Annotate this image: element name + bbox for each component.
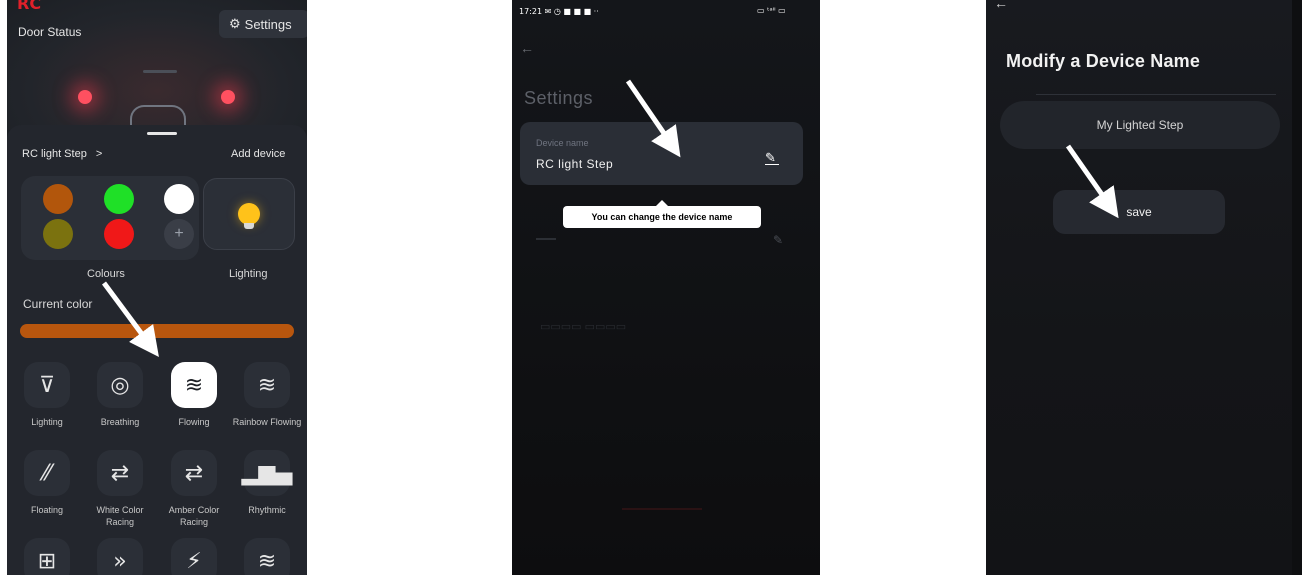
add-color-button[interactable]: + — [164, 219, 194, 249]
color-swatch[interactable] — [164, 184, 194, 214]
chevrons-icon: » — [97, 538, 143, 575]
diagram-icon: ⊞ — [24, 538, 70, 575]
breathing-icon: ◎ — [97, 362, 143, 408]
mode-white-color-racing[interactable]: ⇄ White Color Racing — [85, 450, 155, 528]
row-label-placeholder — [536, 238, 556, 240]
light-bulb-icon — [238, 203, 260, 229]
current-color-label: Current color — [23, 297, 93, 311]
car-roof-graphic — [143, 70, 177, 73]
car-graphic — [130, 105, 186, 125]
mode-label: Amber Color Racing — [168, 505, 220, 527]
mode-item-10[interactable]: ⚡ — [159, 538, 229, 575]
mode-amber-color-racing[interactable]: ⇄ Amber Color Racing — [159, 450, 229, 528]
save-button[interactable]: save — [1053, 190, 1225, 234]
back-arrow-icon[interactable]: ← — [994, 0, 1008, 11]
edit-pencil-icon[interactable]: ✎ — [765, 150, 779, 165]
color-swatch[interactable] — [43, 219, 73, 249]
flash-icon: ⚡ — [171, 538, 217, 575]
waves-icon: ≋ — [244, 538, 290, 575]
divider — [1036, 94, 1276, 95]
device-name-value: RC light Step — [536, 157, 614, 171]
device-name-caption: Device name — [536, 138, 589, 148]
flashlight-icon: ⊽ — [24, 362, 70, 408]
drag-handle[interactable] — [147, 132, 177, 135]
app-screen-settings: 17:21 ✉ ◷ ■ ■ ■ ·· ▭ ᵗᵃᴵᴵ ▭ ← Settings D… — [512, 0, 820, 575]
mode-label: Breathing — [100, 417, 140, 427]
mode-floating[interactable]: ⁄⁄ Floating — [12, 450, 82, 516]
mode-label: White Color Racing — [96, 505, 144, 527]
lighting-label: Lighting — [229, 268, 268, 280]
page-title: Settings — [524, 88, 594, 108]
mode-rhythmic[interactable]: ▂▆▄ Rhythmic — [232, 450, 302, 516]
settings-button-label: Settings — [244, 16, 292, 32]
white-racing-icon: ⇄ — [97, 450, 143, 496]
settings-row[interactable]: ✎ — [520, 225, 803, 255]
mode-label: Rhythmic — [248, 505, 286, 515]
color-swatch[interactable] — [104, 219, 134, 249]
door-status-label: Door Status — [18, 25, 82, 39]
mode-breathing[interactable]: ◎ Breathing — [85, 362, 155, 428]
mode-lighting[interactable]: ⊽ Lighting — [12, 362, 82, 428]
screen-edge — [1292, 0, 1302, 575]
left-light-glow — [78, 90, 92, 104]
lighting-card[interactable] — [203, 178, 295, 250]
chevron-right-icon: > — [95, 148, 103, 160]
right-light-glow — [221, 90, 235, 104]
device-name-input[interactable]: My Lighted Step — [1000, 101, 1280, 149]
device-name: RC light Step — [22, 148, 87, 160]
mode-label: Rainbow Flowing — [232, 417, 302, 427]
status-bar-time: 17:21 ✉ ◷ ■ ■ ■ ·· — [519, 7, 599, 16]
page-title: Modify a Device Name — [1006, 51, 1201, 71]
mode-flowing[interactable]: ≋ Flowing — [159, 362, 229, 428]
app-screen-modify-name: ← Modify a Device Name My Lighted Step s… — [986, 0, 1302, 575]
add-device-link[interactable]: Add device — [231, 148, 285, 160]
app-screen-home: RC Door Status ⚙ Settings RC light Step … — [7, 0, 307, 575]
mode-item-9[interactable]: » — [85, 538, 155, 575]
mode-label: Lighting — [31, 417, 63, 427]
settings-button[interactable]: ⚙ Settings — [219, 10, 307, 38]
current-color-bar[interactable] — [20, 324, 294, 338]
amber-racing-icon: ⇄ — [171, 450, 217, 496]
gear-icon: ⚙ — [229, 16, 241, 31]
colours-card: + — [21, 176, 199, 260]
door-status-area: RC Door Status ⚙ Settings — [7, 0, 307, 130]
color-swatch[interactable] — [104, 184, 134, 214]
flowing-icon: ≋ — [171, 362, 217, 408]
status-bar-icons: ▭ ᵗᵃᴵᴵ ▭ — [757, 6, 786, 15]
device-name-card[interactable]: Device name RC light Step ✎ — [520, 122, 803, 185]
mode-item-8[interactable]: ⊞ — [12, 538, 82, 575]
colours-label: Colours — [87, 268, 125, 280]
edit-pencil-icon[interactable]: ✎ — [773, 233, 783, 247]
brand-logo: RC — [17, 0, 42, 13]
mode-item-11[interactable]: ≋ — [232, 538, 302, 575]
faint-row: ▭▭▭▭ ▭▭▭▭ — [540, 321, 627, 333]
device-selector[interactable]: RC light Step > — [22, 148, 102, 160]
floating-icon: ⁄⁄ — [24, 450, 70, 496]
tooltip: You can change the device name — [563, 200, 761, 228]
color-swatch[interactable] — [43, 184, 73, 214]
rhythmic-icon: ▂▆▄ — [242, 450, 292, 496]
mode-rainbow-flowing[interactable]: ≋ Rainbow Flowing — [232, 362, 302, 428]
mode-label: Floating — [30, 505, 64, 515]
rainbow-flowing-icon: ≋ — [244, 362, 290, 408]
bottom-indicator — [622, 508, 702, 510]
mode-label: Flowing — [178, 417, 210, 427]
back-arrow-icon[interactable]: ← — [520, 40, 534, 56]
